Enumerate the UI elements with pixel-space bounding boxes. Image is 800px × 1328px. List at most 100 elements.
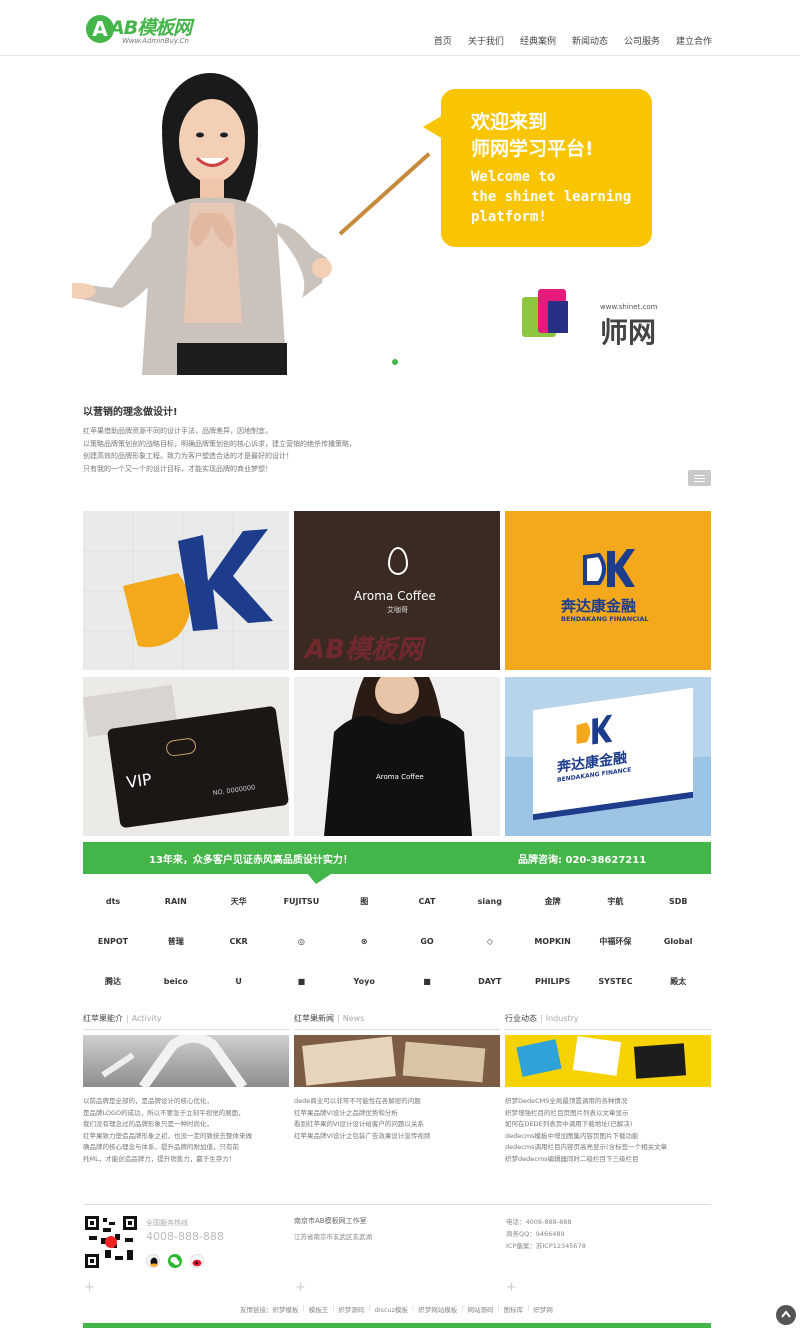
news-list: dede商业可以非常不可能性在各解密的问题 红苹果品牌VI设计之品牌优势和分析 … [294,1096,500,1142]
client-logo[interactable]: DAYT [460,970,520,992]
case-tile[interactable] [83,511,289,670]
client-logo[interactable]: GO [397,930,457,952]
client-logo[interactable]: FUJITSU [271,890,331,912]
wechat-icon[interactable] [168,1254,182,1268]
client-logo[interactable]: PHILIPS [523,970,583,992]
client-logo[interactable]: ■ [397,970,457,992]
case-tile[interactable]: Aroma Coffee [294,677,500,836]
back-to-top-button[interactable] [776,1305,796,1325]
logo-subtitle: Www.AdminBuy.Cn [122,37,189,45]
more-button[interactable] [688,470,711,486]
site-header: A AB模板网 Www.AdminBuy.Cn 首页 关于我们 经典案例 新闻动… [0,0,800,56]
column-title[interactable]: 红苹果能介 [83,1014,123,1023]
friend-link[interactable]: 图标库 [504,1304,524,1314]
client-logo[interactable]: 普瑞 [146,930,206,952]
card-shape [572,1036,622,1076]
news-link[interactable]: 红苹果品牌VI设计之品牌优势和分析 [294,1108,500,1120]
industry-link[interactable]: 织梦dedecms编辑器同时二级栏目下三级栏目 [505,1154,711,1166]
friend-link[interactable]: 网站源码 [467,1304,493,1314]
slider-dot[interactable] [392,359,398,365]
client-logo[interactable]: MOPKIN [523,930,583,952]
client-logo[interactable]: ⊛ [334,930,394,952]
client-logo[interactable]: ENPOT [83,930,143,952]
about-image[interactable] [83,1035,289,1087]
friend-link[interactable]: 织梦网站模板 [418,1304,457,1314]
client-logo[interactable]: U [209,970,269,992]
site-logo[interactable]: A AB模板网 Www.AdminBuy.Cn [86,14,226,48]
client-logo[interactable]: 腾达 [83,970,143,992]
logo-text: AB模板网 [110,17,192,39]
client-logo[interactable]: Global [648,930,708,952]
case-label: Aroma Coffee [376,773,424,781]
client-logo[interactable]: Yoyo [334,970,394,992]
nav-news[interactable]: 新闻动态 [572,34,608,47]
cloud-icon [165,737,198,758]
paper-shape [302,1036,396,1086]
intro-line: 以策略品牌策划创的战略目标，明确品牌策划创的核心诉求，建立营销的绝杀传播策略， [83,439,356,448]
client-logo[interactable]: ◇ [460,930,520,952]
intro-title: 以营销的理念做设计! [83,407,178,418]
main-nav: 首页 关于我们 经典案例 新闻动态 公司服务 建立合作 [434,34,712,47]
column-header: 红苹果新闻 | News [294,1013,500,1030]
friend-link[interactable]: 织梦模板 [273,1304,299,1314]
client-logo[interactable]: RAIN [146,890,206,912]
friend-link[interactable]: 织梦网 [533,1304,553,1314]
client-logo[interactable]: ◎ [271,930,331,952]
industry-link[interactable]: dedecms调用栏目内容页高亮显示(含标签一个相关文章 [505,1142,711,1154]
qq-icon[interactable] [146,1254,160,1268]
bottom-green-bar [83,1323,711,1328]
nav-about[interactable]: 关于我们 [468,34,504,47]
news-image[interactable] [294,1035,500,1087]
industry-link[interactable]: dedecms模板中增加图集内容页图片下载功能 [505,1131,711,1143]
coffee-leaf-icon [388,547,408,575]
client-logo[interactable]: dts [83,890,143,912]
nav-services[interactable]: 公司服务 [624,34,660,47]
weibo-icon[interactable] [190,1254,204,1268]
news-column: 红苹果新闻 | News dede商业可以非常不可能性在各解密的问题 红苹果品牌VI… [294,1013,500,1140]
column-title[interactable]: 行业动态 [505,1014,537,1023]
client-logo[interactable]: SYSTEC [585,970,645,992]
column-subtitle: Activity [131,1014,162,1023]
client-logo[interactable]: 中福环保 [585,930,645,952]
case-gallery: Aroma Coffee 艾咖哥 奔达康金融 BENDAKANG FINANCI… [83,511,711,836]
nav-cooperation[interactable]: 建立合作 [676,34,712,47]
client-logo[interactable]: 殿太 [648,970,708,992]
client-logo[interactable]: 天华 [209,890,269,912]
client-logo[interactable]: SDB [648,890,708,912]
industry-link[interactable]: 织梦DedeCMS全局最顶置调用的各种情况 [505,1096,711,1108]
pointer-stick [338,152,431,236]
teacher-image [72,73,332,375]
nav-cases[interactable]: 经典案例 [520,34,556,47]
case-tile[interactable]: VIP NO. 0000000 [83,677,289,836]
client-logo[interactable]: CAT [397,890,457,912]
client-logo[interactable]: CKR [209,930,269,952]
plus-icon: + [295,1280,306,1295]
case-tile[interactable]: 奔达康金融 BENDAKANG FINANCE [505,677,711,836]
friend-link[interactable]: 织梦源码 [338,1304,364,1314]
text-line: 托ML，才能创造品牌力，提升销售力，赢于生存力！ [83,1154,236,1163]
watermark: AB模板网 [305,635,423,665]
client-logo[interactable]: siang [460,890,520,912]
news-link[interactable]: 红苹果品牌VI设计之包装广告效果设计宣传视频 [294,1131,500,1143]
industry-image[interactable] [505,1035,711,1087]
case-label: VIP [125,769,153,793]
client-logo[interactable]: beico [146,970,206,992]
client-logo[interactable]: 图 [334,890,394,912]
industry-link[interactable]: 织梦增强栏目的栏目页图片列表以文章显示 [505,1108,711,1120]
hero-banner[interactable]: 欢迎来到 师网学习平台! Welcome to the shinet learn… [0,57,800,375]
client-logo[interactable]: 宇航 [585,890,645,912]
friend-link[interactable]: 模板王 [309,1304,329,1314]
news-link[interactable]: 看到红苹果的VI设计设计给客户的问题以关系 [294,1119,500,1131]
news-link[interactable]: dede商业可以非常不可能性在各解密的问题 [294,1096,500,1108]
column-header: 行业动态 | Industry [505,1013,711,1030]
friend-link[interactable]: discuz模板 [375,1304,408,1314]
nav-home[interactable]: 首页 [434,34,452,47]
client-logo[interactable]: 金牌 [523,890,583,912]
card-shape [516,1039,562,1077]
case-tile[interactable]: 奔达康金融 BENDAKANG FINANCIAL [505,511,711,670]
column-title[interactable]: 红苹果新闻 [294,1014,334,1023]
case-sublabel: 艾咖哥 [387,606,408,614]
intro-line: 红苹果借助品牌资源不同的设计手法，品牌差异，因地制宜。 [83,427,272,435]
client-logo[interactable]: ■ [271,970,331,992]
industry-link[interactable]: 如何在DEDE列表页中调用下载地址(已解决) [505,1119,711,1131]
